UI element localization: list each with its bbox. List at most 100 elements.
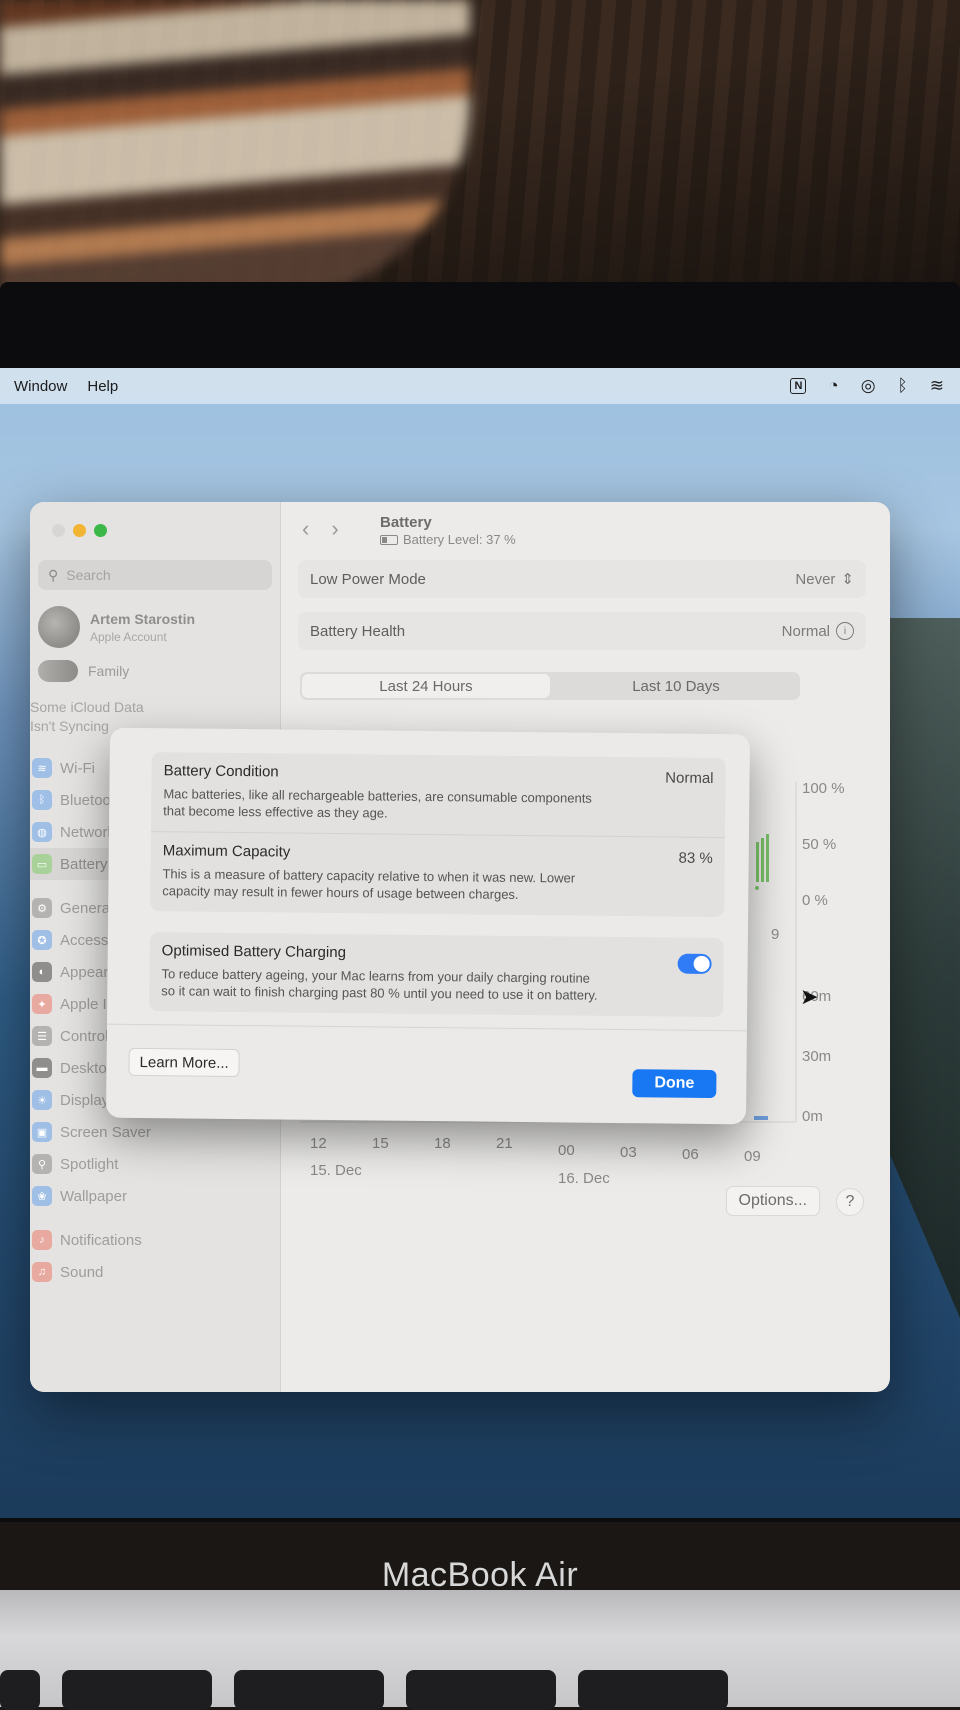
search-placeholder: Search (66, 567, 111, 583)
family-item[interactable]: Family (38, 660, 129, 682)
max-capacity-desc: This is a measure of battery capacity re… (162, 866, 576, 902)
wallpaper-icon: ❀ (32, 1186, 52, 1206)
chevron-updown-icon: ⇕ (841, 571, 854, 588)
optimised-charging-toggle[interactable] (677, 953, 712, 974)
battery-health-sheet: Battery Condition Mac batteries, like al… (105, 727, 751, 1125)
bluetooth-icon[interactable]: ᛒ (898, 376, 908, 396)
x-day-label: 16. Dec (558, 1170, 610, 1187)
info-icon[interactable]: i (836, 622, 854, 640)
sidebar-search[interactable]: ⚲ Search (38, 560, 272, 590)
optimised-charging-desc: To reduce battery ageing, your Mac learn… (161, 966, 598, 1003)
sidebar-item-notifications[interactable]: ♪ Notifications (30, 1224, 278, 1256)
wifi-icon[interactable]: ≋ (930, 376, 944, 396)
optimised-charging-title: Optimised Battery Charging (161, 942, 347, 962)
tab-last-10-days[interactable]: Last 10 Days (552, 672, 800, 700)
battery-condition-desc: Mac batteries, like all rechargeable bat… (163, 786, 592, 821)
apple-intelligence-icon: ✦ (32, 994, 52, 1014)
learn-more-button[interactable]: Learn More... (128, 1047, 240, 1078)
menu-bar: Window Help N ◔ ◎ ᛒ ≋ (0, 368, 960, 404)
airdrop-icon[interactable]: ◎ (861, 376, 876, 396)
sidebar-item-sound[interactable]: ♫ Sound (30, 1256, 278, 1288)
keyboard-key (578, 1670, 728, 1710)
options-button[interactable]: Options... (725, 1186, 820, 1216)
speedometer-icon[interactable]: ◔ (828, 376, 838, 396)
time-range-tabs: Last 24 Hours Last 10 Days (300, 672, 800, 700)
keyboard-key (406, 1670, 556, 1710)
y-tick-100: 100 % (802, 780, 845, 797)
tab-last-24-hours[interactable]: Last 24 Hours (302, 674, 550, 698)
battery-level-text: Battery Level: 37 % (403, 532, 516, 547)
x-day-label: 15. Dec (310, 1162, 362, 1179)
x-tick: 00 (558, 1142, 575, 1159)
battery-point (755, 886, 759, 890)
bell-icon: ♪ (32, 1230, 52, 1250)
x-tick: 18 (434, 1135, 451, 1152)
y-tick-50: 50 % (802, 836, 837, 853)
y-tick-0m: 0m (802, 1108, 823, 1125)
family-label: Family (88, 663, 130, 679)
x-tick: 12 (310, 1135, 327, 1152)
sidebar-item-label: Sound (60, 1263, 104, 1281)
sidebar-item-label: Battery (60, 855, 108, 873)
account-item[interactable]: Artem Starostin Apple Account (38, 606, 195, 648)
sidebar-item-wallpaper[interactable]: ❀ Wallpaper (30, 1180, 278, 1212)
keyboard-keys (0, 1670, 960, 1710)
sidebar-item-label: Spotlight (60, 1155, 119, 1173)
appearance-icon: ◐ (32, 962, 52, 982)
screen-saver-icon: ▣ (32, 1122, 52, 1142)
sidebar-item-spotlight[interactable]: ⚲ Spotlight (30, 1148, 278, 1180)
menu-window[interactable]: Window (14, 378, 67, 395)
sheet-divider (106, 1023, 747, 1032)
control-center-icon: ☰ (32, 1026, 52, 1046)
sidebar-item-label: Wallpaper (60, 1187, 127, 1205)
low-power-value: Never (795, 570, 836, 588)
avatar (38, 606, 80, 648)
battery-condition-value: Normal (665, 769, 714, 787)
x-tick: 03 (620, 1144, 637, 1161)
icloud-warning-line1: Some iCloud Data (30, 699, 144, 715)
user-name: Artem Starostin (90, 610, 196, 627)
x-tick: 15 (372, 1135, 389, 1152)
accessibility-icon: ✪ (32, 930, 52, 950)
battery-condition-title: Battery Condition (163, 762, 279, 781)
sidebar-item-label: Network (60, 823, 116, 841)
menu-help[interactable]: Help (87, 378, 118, 395)
battery-icon (380, 534, 398, 545)
help-button[interactable]: ? (836, 1188, 864, 1216)
battery-bar (761, 838, 764, 882)
optimised-charging-card: Optimised Battery Charging To reduce bat… (149, 932, 724, 1018)
bluetooth-icon: ᛒ (32, 790, 52, 810)
x-tick: 06 (682, 1146, 699, 1163)
usage-bar (754, 1116, 768, 1120)
battery-icon: ▭ (32, 854, 52, 874)
done-button[interactable]: Done (632, 1069, 717, 1099)
battery-condition-row: Battery Condition Mac batteries, like al… (151, 752, 726, 837)
minimize-window-button[interactable] (73, 524, 86, 537)
status-icons: N ◔ ◎ ᛒ ≋ (790, 376, 944, 396)
spotlight-icon: ⚲ (32, 1154, 52, 1174)
max-capacity-value: 83 % (678, 849, 713, 867)
battery-bar (756, 842, 759, 882)
keyboard-key (234, 1670, 384, 1710)
battery-health-label: Battery Health (310, 622, 406, 640)
y-tick-30m: 30m (802, 1048, 832, 1065)
sidebar-item-screen-saver[interactable]: ▣ Screen Saver (30, 1116, 278, 1148)
low-power-select[interactable]: Never ⇕ (795, 570, 854, 589)
max-capacity-row: Maximum Capacity This is a measure of ba… (150, 831, 725, 918)
y-tick-0: 0 % (802, 892, 828, 909)
x-tick: 21 (496, 1135, 513, 1152)
close-window-button[interactable] (52, 524, 65, 537)
battery-health-row: Battery Health Normal i (298, 612, 866, 650)
battery-level: Battery Level: 37 % (380, 532, 516, 547)
forward-button[interactable]: › (331, 516, 338, 542)
sidebar-item-label: Screen Saver (60, 1123, 151, 1141)
back-button[interactable]: ‹ (302, 516, 309, 542)
zoom-window-button[interactable] (94, 524, 107, 537)
health-info-card: Battery Condition Mac batteries, like al… (150, 752, 726, 918)
search-icon: ⚲ (48, 566, 59, 583)
speaker-icon: ♫ (32, 1262, 52, 1282)
notion-icon[interactable]: N (790, 378, 807, 394)
sidebar-item-label: Wi-Fi (60, 759, 95, 777)
globe-icon: ◍ (32, 822, 52, 842)
battery-bar (766, 834, 769, 882)
